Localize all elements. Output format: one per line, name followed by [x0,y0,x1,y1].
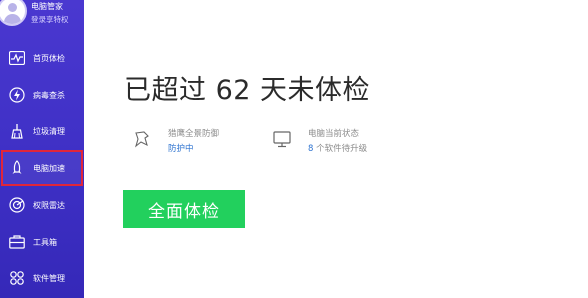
login-privilege-link[interactable]: 登录享特权 [31,14,69,25]
sidebar-item-junk-clean[interactable]: 垃圾清理 [0,117,84,145]
page-title: 已超过 62 天未体检 [124,75,371,106]
toolbox-icon [9,234,25,250]
sidebar-item-permission-radar[interactable]: 权限雷达 [0,191,84,219]
sidebar-item-label: 工具箱 [33,237,57,247]
sidebar-item-label: 软件管理 [33,273,65,283]
sidebar-item-label: 电脑加速 [33,163,65,173]
software-update-count[interactable]: 8 个软件待升级 [308,142,367,154]
user-name: 电脑管家 [31,2,63,11]
sidebar-item-label: 病毒查杀 [33,90,65,100]
pc-status-title: 电脑当前状态 [308,129,360,139]
lightning-icon [9,87,25,103]
avatar[interactable] [0,0,27,26]
broom-icon [9,123,25,139]
sidebar-item-virus-scan[interactable]: 病毒查杀 [0,81,84,109]
radar-icon [9,197,25,213]
sidebar: 电脑管家 登录享特权 首页体检 病毒查杀 垃圾清理 电脑加速 权限雷达 工具箱 … [0,0,84,298]
pulse-icon [9,50,25,66]
defense-state[interactable]: 防护中 [168,142,194,154]
user-panel: 电脑管家 登录享特权 [0,0,84,34]
sidebar-item-toolbox[interactable]: 工具箱 [0,228,84,256]
sidebar-item-label: 首页体检 [33,53,65,63]
sidebar-item-software-manager[interactable]: 软件管理 [0,264,84,292]
sidebar-item-pc-speedup[interactable]: 电脑加速 [0,154,84,182]
rocket-icon [9,160,25,176]
sidebar-item-home-scan[interactable]: 首页体检 [0,44,84,72]
monitor-icon [272,129,292,149]
shield-icon [132,129,152,149]
sidebar-item-label: 权限雷达 [33,200,65,210]
sidebar-item-label: 垃圾清理 [33,126,65,136]
apps-icon [9,270,25,286]
defense-title: 猎鹰全景防御 [168,129,220,139]
full-scan-button[interactable]: 全面体检 [123,190,245,228]
